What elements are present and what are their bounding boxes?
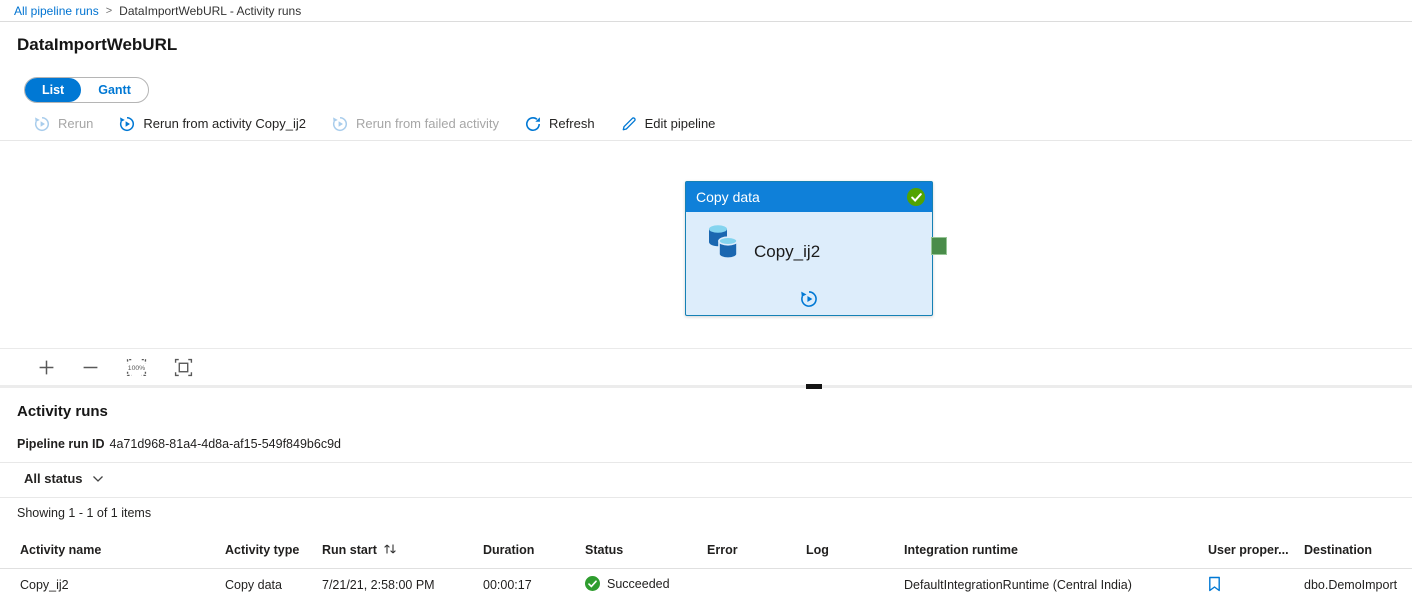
- zoom-100-icon: 100%: [126, 358, 147, 376]
- activity-node-body: Copy_ij2: [686, 212, 932, 314]
- fit-to-screen-button[interactable]: [174, 358, 193, 377]
- rerun-from-failed-label: Rerun from failed activity: [355, 116, 500, 131]
- rerun-from-activity-button[interactable]: Rerun from activity Copy_ij2: [117, 116, 308, 132]
- activity-runs-heading: Activity runs: [17, 403, 108, 420]
- table-row[interactable]: Copy_ij2 Copy data 7/21/21, 2:58:00 PM 0…: [0, 568, 1412, 600]
- cell-activity-name: Copy_ij2: [20, 578, 69, 592]
- pipeline-canvas: Copy data Copy_ij2: [0, 142, 1412, 348]
- rerun-from-failed-icon: [332, 116, 348, 132]
- splitter-handle[interactable]: [806, 384, 822, 389]
- rerun-label: Rerun: [58, 116, 94, 131]
- cell-duration: 00:00:17: [483, 578, 532, 592]
- toggle-gantt-button[interactable]: Gantt: [81, 78, 148, 102]
- fit-to-screen-icon: [174, 358, 193, 376]
- minus-icon: [83, 366, 98, 368]
- activity-node-copy-ij2[interactable]: Copy data Copy_ij2: [685, 181, 947, 316]
- col-log: Log: [806, 543, 829, 557]
- divider: [0, 497, 1412, 498]
- breadcrumb-all-pipeline-runs-link[interactable]: All pipeline runs: [14, 4, 99, 18]
- rerun-icon: [34, 116, 50, 132]
- col-duration: Duration: [483, 543, 535, 557]
- chevron-down-icon: [92, 475, 103, 482]
- col-run-start[interactable]: Run start: [322, 543, 397, 557]
- breadcrumb: All pipeline runs > DataImportWebURL - A…: [0, 0, 1412, 22]
- pipeline-run-id-value: 4a71d968-81a4-4d8a-af15-549f849b6c9d: [109, 437, 341, 451]
- col-integration-runtime: Integration runtime: [904, 543, 1018, 557]
- status-filter-dropdown[interactable]: All status: [24, 471, 104, 486]
- panel-divider: [0, 385, 1412, 388]
- user-properties-bookmark-icon[interactable]: [1208, 576, 1221, 592]
- zoom-level-value: 100%: [128, 365, 145, 372]
- zoom-reset-button[interactable]: 100%: [126, 358, 147, 377]
- cell-run-start: 7/21/21, 2:58:00 PM: [322, 578, 435, 592]
- status-filter-label: All status: [24, 471, 83, 486]
- items-count-text: Showing 1 - 1 of 1 items: [17, 506, 152, 520]
- col-run-start-label: Run start: [322, 543, 377, 557]
- col-error: Error: [707, 543, 738, 557]
- cell-activity-type: Copy data: [225, 578, 282, 592]
- sort-arrows-icon: [383, 543, 397, 555]
- refresh-label: Refresh: [549, 116, 595, 131]
- divider: [0, 462, 1412, 463]
- node-rerun-icon[interactable]: [800, 290, 818, 308]
- zoom-in-button[interactable]: [38, 359, 55, 376]
- table-header: Activity name Activity type Run start Du…: [0, 534, 1412, 569]
- plus-icon: [39, 360, 54, 374]
- cell-destination: dbo.DemoImport: [1304, 578, 1398, 592]
- toolbar: Rerun Rerun from activity Copy_ij2 Rerun…: [0, 107, 1412, 141]
- pencil-icon: [621, 116, 637, 132]
- col-status: Status: [585, 543, 624, 557]
- canvas-zoom-controls: 100%: [0, 348, 1412, 385]
- breadcrumb-current: DataImportWebURL - Activity runs: [119, 3, 302, 18]
- col-destination: Destination: [1304, 543, 1373, 557]
- zoom-out-button[interactable]: [82, 359, 99, 376]
- col-activity-type: Activity type: [225, 543, 300, 557]
- status-text: Succeeded: [607, 576, 670, 591]
- success-check-icon: [907, 188, 925, 206]
- rerun-from-activity-icon: [119, 116, 135, 132]
- refresh-button[interactable]: Refresh: [523, 116, 597, 132]
- page-title: DataImportWebURL: [17, 35, 178, 54]
- rerun-from-activity-label: Rerun from activity Copy_ij2: [143, 116, 306, 131]
- cell-status: Succeeded: [585, 576, 670, 591]
- edit-pipeline-label: Edit pipeline: [644, 116, 716, 131]
- col-activity-name: Activity name: [20, 543, 102, 557]
- copy-data-database-icon: [706, 224, 740, 269]
- breadcrumb-separator: >: [105, 4, 113, 17]
- activity-node-name: Copy_ij2: [754, 242, 821, 261]
- cell-integration-runtime: DefaultIntegrationRuntime (Central India…: [904, 578, 1132, 592]
- rerun-button[interactable]: Rerun: [32, 116, 95, 132]
- succeeded-check-icon: [585, 576, 600, 591]
- refresh-icon: [525, 116, 541, 132]
- activity-node-header: Copy data: [686, 182, 932, 212]
- rerun-from-failed-button[interactable]: Rerun from failed activity: [330, 116, 501, 132]
- activity-node-type-label: Copy data: [696, 189, 760, 205]
- pipeline-monitor-page: All pipeline runs > DataImportWebURL - A…: [0, 0, 1412, 600]
- toggle-list-button[interactable]: List: [25, 78, 82, 102]
- pipeline-run-id-label: Pipeline run ID: [17, 437, 105, 451]
- col-user-properties: User proper...: [1208, 543, 1289, 557]
- output-port[interactable]: [931, 237, 947, 255]
- edit-pipeline-button[interactable]: Edit pipeline: [619, 116, 718, 132]
- pipeline-run-id: Pipeline run ID 4a71d968-81a4-4d8a-af15-5…: [17, 437, 341, 451]
- view-toggle: List Gantt: [24, 77, 149, 103]
